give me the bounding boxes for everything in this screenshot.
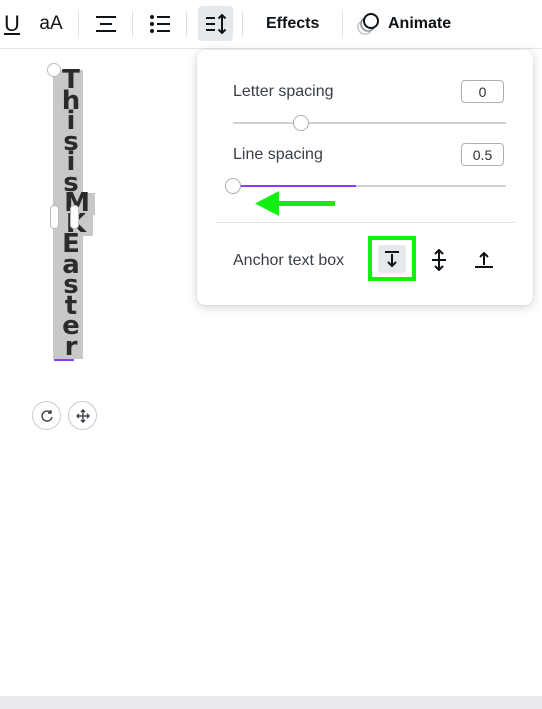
anchor-bottom-button[interactable] (467, 243, 501, 277)
anchor-top-highlight (368, 236, 416, 281)
toolbar-divider (132, 11, 133, 37)
align-button[interactable] (90, 8, 122, 40)
align-center-icon (96, 16, 116, 32)
toolbar-divider (342, 11, 343, 37)
text-case-button[interactable]: aA (35, 8, 67, 40)
underline-button[interactable]: U (2, 8, 22, 40)
rotate-icon (40, 409, 53, 422)
anchor-middle-button[interactable] (422, 243, 456, 277)
anchor-middle-icon (432, 249, 446, 271)
spacing-button[interactable] (198, 6, 233, 41)
panel-divider (215, 222, 516, 223)
anchor-top-icon (385, 251, 399, 268)
line-spacing-input[interactable]: 0.5 (461, 143, 504, 166)
toolbar-divider (242, 11, 243, 37)
spacing-icon (205, 13, 226, 34)
animate-label: Animate (388, 15, 452, 32)
list-button[interactable] (144, 8, 176, 40)
vertical-text-char: r (64, 331, 78, 362)
anchor-top-button[interactable] (378, 245, 406, 273)
toolbar-divider (186, 11, 187, 37)
line-spacing-thumb[interactable] (225, 178, 241, 194)
green-arrow-annotation (255, 191, 335, 216)
animate-button[interactable]: Animate (356, 8, 451, 40)
spacing-panel: Letter spacing 0 Line spacing 0.5 Anchor… (197, 50, 533, 305)
resize-handle-right[interactable] (70, 205, 79, 229)
letter-spacing-thumb[interactable] (293, 115, 310, 131)
text-toolbar: U aA Effects Animate (0, 0, 542, 49)
animate-icon (357, 13, 379, 35)
move-icon (75, 408, 90, 423)
line-spacing-label: Line spacing (233, 146, 323, 163)
resize-handle-top[interactable] (47, 63, 61, 77)
move-button[interactable] (68, 401, 97, 430)
resize-handle-left[interactable] (50, 205, 59, 229)
rotate-button[interactable] (32, 401, 61, 430)
letter-spacing-track[interactable] (233, 122, 506, 124)
canvas-bottom-bar (0, 696, 542, 709)
list-icon (150, 15, 170, 33)
anchor-bottom-icon (475, 251, 493, 268)
toolbar-divider (78, 11, 79, 37)
line-spacing-fill (233, 185, 356, 187)
letter-spacing-label: Letter spacing (233, 83, 334, 100)
effects-button[interactable]: Effects (256, 8, 329, 40)
letter-spacing-input[interactable]: 0 (461, 80, 504, 103)
anchor-text-box-label: Anchor text box (233, 252, 345, 269)
